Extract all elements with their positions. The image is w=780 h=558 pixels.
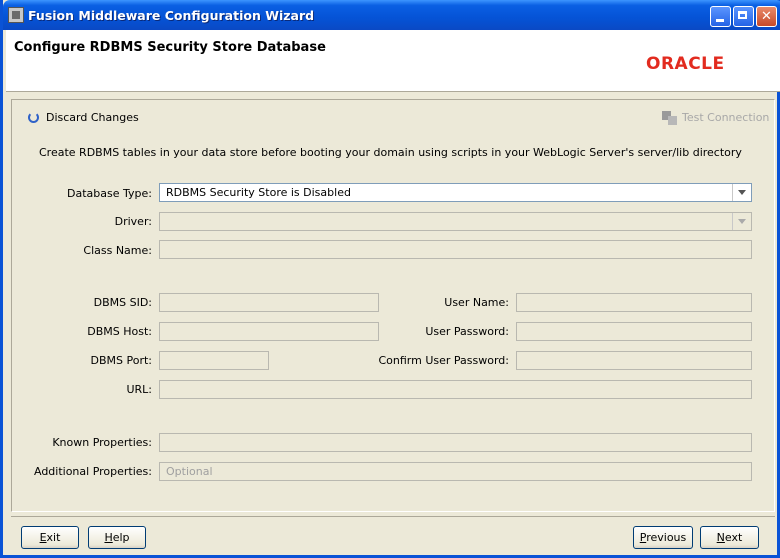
chevron-down-icon: [732, 213, 751, 230]
next-mnemonic: N: [716, 531, 725, 544]
database-type-label: Database Type:: [67, 187, 152, 200]
exit-button-text-rest: xit: [46, 531, 61, 544]
confirm-password-field[interactable]: [516, 351, 752, 370]
page-title: Configure RDBMS Security Store Database: [14, 40, 326, 55]
driver-label: Driver:: [114, 215, 152, 228]
known-properties-label: Known Properties:: [52, 436, 152, 449]
undo-icon: [28, 112, 39, 123]
additional-properties-label: Additional Properties:: [33, 465, 152, 478]
next-button-text-rest: ext: [724, 531, 743, 544]
previous-button[interactable]: Previous: [633, 526, 693, 549]
user-name-field[interactable]: [516, 293, 752, 312]
maximize-button[interactable]: [733, 6, 754, 27]
wizard-window: Fusion Middleware Configuration Wizard ✕…: [0, 0, 780, 558]
title-bar[interactable]: Fusion Middleware Configuration Wizard ✕: [3, 0, 780, 30]
window-title: Fusion Middleware Configuration Wizard: [28, 8, 315, 23]
connection-icon: [662, 111, 678, 125]
help-button-text-rest: elp: [112, 531, 130, 544]
user-password-field[interactable]: [516, 322, 752, 341]
confirm-password-label: Confirm User Password:: [378, 354, 509, 367]
exit-mnemonic: E: [39, 531, 47, 544]
user-password-label: User Password:: [425, 325, 509, 338]
url-label: URL:: [126, 383, 152, 396]
additional-properties-placeholder: Optional: [166, 465, 213, 478]
database-type-select[interactable]: RDBMS Security Store is Disabled: [159, 183, 752, 202]
help-button[interactable]: Help: [88, 526, 146, 549]
chevron-down-icon[interactable]: [732, 184, 751, 201]
discard-changes-label: Discard Changes: [46, 111, 139, 124]
user-name-label: User Name:: [444, 296, 509, 309]
exit-button[interactable]: Exit: [21, 526, 79, 549]
footer-divider: [11, 516, 775, 517]
minimize-button[interactable]: [710, 6, 731, 27]
next-button[interactable]: Next: [700, 526, 759, 549]
driver-select[interactable]: [159, 212, 752, 231]
database-type-value: RDBMS Security Store is Disabled: [166, 186, 351, 199]
known-properties-field[interactable]: [159, 433, 752, 452]
oracle-logo: ORACLE: [646, 54, 725, 74]
wizard-header: Configure RDBMS Security Store Database …: [6, 30, 780, 92]
class-name-field[interactable]: [159, 240, 752, 259]
test-connection-label: Test Connection: [682, 111, 770, 124]
previous-button-text-rest: revious: [646, 531, 687, 544]
help-mnemonic: H: [104, 531, 113, 544]
class-name-label: Class Name:: [83, 244, 152, 257]
dbms-sid-field[interactable]: [159, 293, 379, 312]
app-icon: [8, 7, 24, 23]
close-button[interactable]: ✕: [756, 6, 777, 27]
dbms-host-field[interactable]: [159, 322, 379, 341]
url-field[interactable]: [159, 380, 752, 399]
dbms-port-label: DBMS Port:: [90, 354, 153, 367]
instructions-text: Create RDBMS tables in your data store b…: [39, 146, 742, 159]
additional-properties-field[interactable]: Optional: [159, 462, 752, 481]
dbms-sid-label: DBMS SID:: [93, 296, 152, 309]
dbms-port-field[interactable]: [159, 351, 269, 370]
dbms-host-label: DBMS Host:: [87, 325, 152, 338]
